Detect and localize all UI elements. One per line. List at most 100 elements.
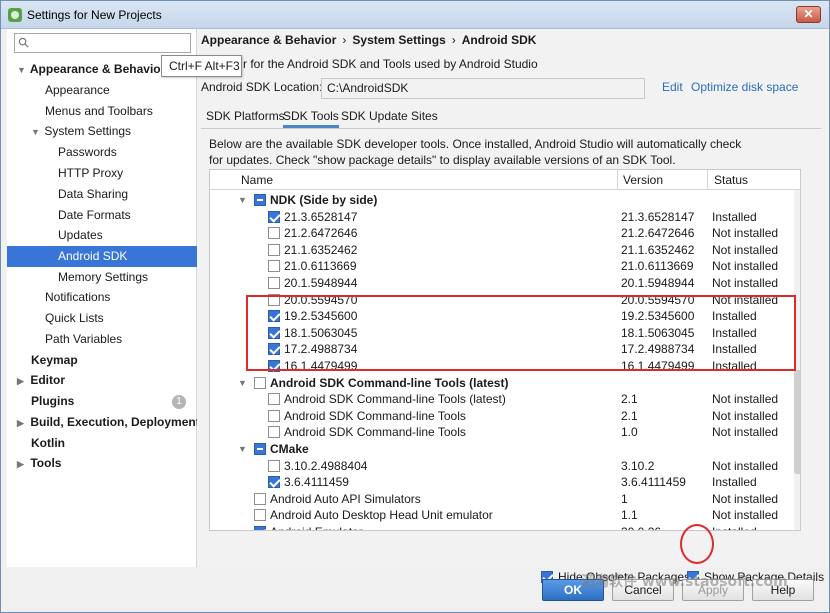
tree-item-plugins[interactable]: Plugins [31, 391, 74, 411]
row-checkbox[interactable] [268, 243, 280, 256]
tools-description-line-1: Below are the available SDK developer to… [209, 137, 742, 151]
table-row[interactable]: 21.1.6352462 21.1.6352462 Not installed [210, 242, 800, 259]
row-version: 3.6.4111459 [621, 475, 686, 490]
tree-item-quick-lists[interactable]: Quick Lists [45, 308, 104, 328]
sdk-tabs: SDK Platforms SDK Tools SDK Update Sites [201, 105, 821, 129]
table-row[interactable]: Android SDK Command-line Tools (latest) 2… [210, 391, 800, 408]
table-row[interactable]: 20.1.5948944 20.1.5948944 Not installed [210, 275, 800, 292]
tree-item-date-formats[interactable]: Date Formats [58, 205, 131, 225]
row-checkbox[interactable] [268, 210, 280, 223]
tab-sdk-tools[interactable]: SDK Tools [283, 109, 339, 128]
close-button[interactable]: ✕ [796, 6, 821, 23]
tree-item-android-sdk[interactable]: Android SDK [58, 246, 127, 266]
row-checkbox[interactable] [254, 443, 266, 455]
tools-description-line-2: for updates. Check "show package details… [209, 153, 676, 167]
tree-item-appearance-behavior[interactable]: ▼ Appearance & Behavior [17, 59, 165, 79]
tab-sdk-platforms[interactable]: SDK Platforms [206, 109, 285, 123]
row-name: Android SDK Command-line Tools [284, 425, 466, 440]
tab-sdk-update-sites[interactable]: SDK Update Sites [341, 109, 438, 123]
table-row[interactable]: 21.0.6113669 21.0.6113669 Not installed [210, 258, 800, 275]
tools-description: Below are the available SDK developer to… [209, 136, 809, 168]
row-name: 21.2.6472646 [284, 226, 358, 241]
row-version: 20.1.5948944 [621, 276, 695, 290]
tree-item-kotlin[interactable]: Kotlin [31, 433, 65, 453]
tree-item-keymap[interactable]: Keymap [31, 350, 78, 370]
panel-description: r for the Android SDK and Tools used by … [243, 57, 538, 71]
tree-item-appearance[interactable]: Appearance [45, 80, 110, 100]
row-checkbox[interactable] [268, 393, 280, 406]
column-header-version[interactable]: Version [623, 173, 663, 187]
row-checkbox[interactable] [268, 277, 280, 289]
expanded-arrow-icon[interactable]: ▼ [238, 441, 247, 457]
tree-item-editor[interactable]: ▶ Editor [17, 370, 65, 390]
tree-item-notifications[interactable]: Notifications [45, 287, 110, 307]
tree-item-system-settings[interactable]: ▼ System Settings [31, 121, 131, 141]
row-checkbox[interactable] [254, 526, 266, 530]
highlight-box [246, 295, 796, 371]
table-row[interactable]: Android SDK Command-line Tools 2.1 Not ins… [210, 408, 800, 425]
tree-item-data-sharing[interactable]: Data Sharing [58, 184, 128, 204]
row-checkbox[interactable] [254, 194, 266, 206]
breadcrumb: Appearance & Behavior › System Settings › An… [201, 33, 536, 47]
table-row[interactable]: Android Emulator 30.0.26 Installed [210, 524, 800, 530]
android-studio-icon [8, 8, 22, 22]
row-name: Android SDK Command-line Tools (latest) [284, 392, 506, 407]
tree-item-path-variables[interactable]: Path Variables [45, 329, 122, 349]
row-name: 3.6.4111459 [284, 475, 349, 490]
table-row[interactable]: 3.6.4111459 3.6.4111459 Installed [210, 474, 800, 491]
optimize-disk-space-link[interactable]: Optimize disk space [691, 80, 798, 94]
row-name: NDK (Side by side) [270, 193, 378, 207]
table-row[interactable]: 21.3.6528147 21.3.6528147 Installed [210, 209, 800, 226]
table-row[interactable]: 3.10.2.4988404 3.10.2 Not installed [210, 458, 800, 475]
column-header-name[interactable]: Name [241, 173, 273, 187]
column-header-status[interactable]: Status [714, 173, 748, 187]
table-group-row[interactable]: ▼ CMake [210, 441, 800, 458]
row-checkbox[interactable] [268, 409, 280, 422]
row-checkbox[interactable] [254, 376, 266, 389]
row-name: 21.3.6528147 [284, 209, 358, 224]
row-checkbox[interactable] [268, 227, 280, 240]
sdk-location-label: Android SDK Location: [201, 80, 323, 94]
edit-link[interactable]: Edit [662, 80, 683, 94]
tree-item-http-proxy[interactable]: HTTP Proxy [58, 163, 123, 183]
row-checkbox[interactable] [268, 476, 280, 489]
sdk-location-field[interactable]: C:\AndroidSDK [321, 78, 645, 99]
search-input[interactable] [14, 33, 191, 53]
expanded-arrow-icon[interactable]: ▼ [238, 375, 247, 391]
breadcrumb-android-sdk: Android SDK [461, 33, 537, 47]
row-status: Not installed [712, 226, 779, 241]
expanded-arrow-icon[interactable]: ▼ [238, 192, 247, 208]
row-checkbox[interactable] [254, 492, 266, 505]
column-separator [617, 170, 618, 190]
row-checkbox[interactable] [268, 260, 280, 273]
row-version: 1 [621, 491, 628, 506]
expanded-arrow-icon: ▼ [31, 127, 40, 137]
collapsed-arrow-icon: ▶ [17, 418, 24, 428]
search-icon [18, 37, 29, 48]
tree-item-memory-settings[interactable]: Memory Settings [58, 267, 148, 287]
table-row[interactable]: Android Auto API Simulators 1 Not installe… [210, 491, 800, 508]
table-group-row[interactable]: ▼ Android SDK Command-line Tools (latest) [210, 375, 800, 392]
row-checkbox[interactable] [268, 459, 280, 472]
title-bar: Settings for New Projects ✕ [1, 1, 829, 29]
scrollbar-thumb[interactable] [794, 370, 800, 474]
row-checkbox[interactable] [254, 509, 266, 522]
table-group-row[interactable]: ▼ NDK (Side by side) [210, 192, 800, 209]
row-version: 3.10.2 [621, 458, 655, 473]
tree-item-updates[interactable]: Updates [58, 225, 103, 245]
row-checkbox[interactable] [268, 426, 280, 439]
row-version: 2.1 [621, 408, 638, 423]
collapsed-arrow-icon: ▶ [17, 459, 24, 469]
tree-item-tools[interactable]: ▶ Tools [17, 453, 61, 473]
settings-tree-panel: ▼ Appearance & Behavior Appearance Menus… [7, 29, 200, 567]
table-row[interactable]: 21.2.6472646 21.2.6472646 Not installed [210, 225, 800, 242]
tree-item-passwords[interactable]: Passwords [58, 142, 117, 162]
row-version: 21.2.6472646 [621, 226, 695, 241]
row-name: 20.1.5948944 [284, 276, 358, 290]
row-name: Android Emulator [270, 524, 363, 530]
row-status: Not installed [712, 259, 779, 274]
table-row[interactable]: Android SDK Command-line Tools 1.0 Not ins… [210, 424, 800, 441]
tree-item-build[interactable]: ▶ Build, Execution, Deployment [17, 412, 200, 432]
table-row[interactable]: Android Auto Desktop Head Unit emulator 1… [210, 507, 800, 524]
tree-item-menus-toolbars[interactable]: Menus and Toolbars [45, 101, 153, 121]
